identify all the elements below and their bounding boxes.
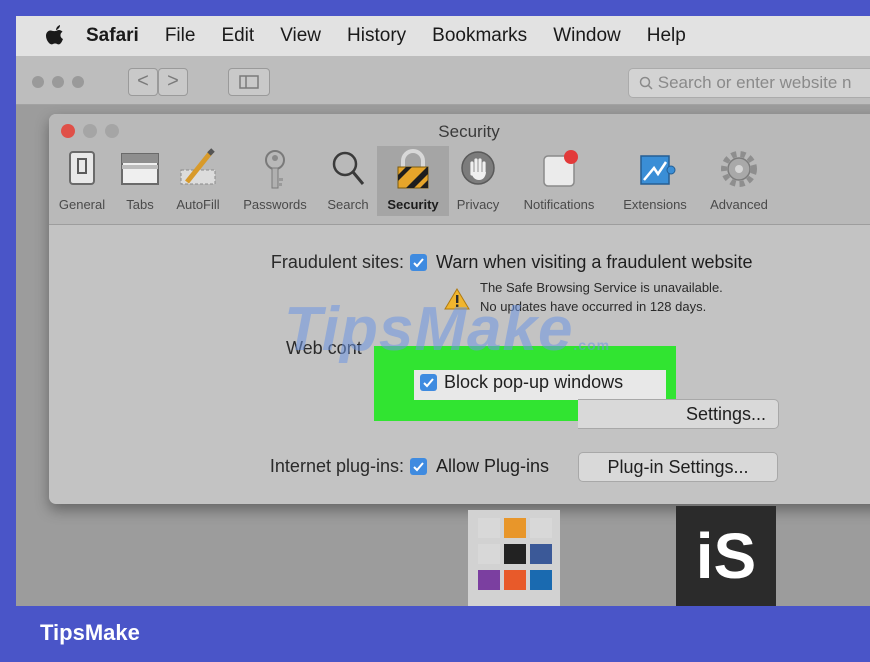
plugins-label: Internet plug-ins: (269, 456, 404, 476)
back-button[interactable]: < (128, 68, 158, 96)
brand-label: TipsMake (40, 620, 140, 645)
checkmark-icon (423, 378, 434, 388)
checkmark-icon (413, 462, 424, 472)
apple-icon[interactable] (44, 24, 66, 48)
tab-privacy[interactable]: Privacy (449, 146, 507, 216)
plugins-checkbox[interactable] (410, 458, 427, 475)
gear-icon (721, 151, 757, 187)
website-settings-button[interactable]: Settings... (578, 399, 779, 429)
watermark-text: TipsMake (284, 295, 574, 364)
tab-notifications-label: Notifications (523, 197, 595, 212)
tab-tabs[interactable]: Tabs (115, 146, 165, 216)
tab-autofill[interactable]: AutoFill (165, 146, 231, 216)
close-button[interactable] (32, 76, 44, 88)
browser-toolbar: < > Search or enter website n (16, 56, 870, 105)
address-bar[interactable]: Search or enter website n (628, 68, 870, 98)
preferences-toolbar: Security General Tabs AutoFill Passwords… (49, 114, 870, 225)
window-title: Security (438, 122, 500, 141)
autofill-icon (180, 148, 216, 185)
site-tile[interactable] (478, 570, 500, 590)
tab-autofill-label: AutoFill (176, 197, 220, 212)
general-icon (69, 151, 95, 185)
menu-safari[interactable]: Safari (86, 25, 139, 47)
sidebar-toggle-button[interactable] (228, 68, 270, 96)
search-icon (639, 76, 653, 90)
site-tile[interactable] (530, 570, 552, 590)
popup-checkbox[interactable] (420, 374, 437, 391)
checkmark-icon (413, 258, 424, 268)
address-placeholder: Search or enter website n (657, 73, 852, 92)
tab-extensions-label: Extensions (623, 197, 687, 212)
menu-history[interactable]: History (347, 25, 406, 47)
tab-search[interactable]: Search (319, 146, 377, 216)
tab-advanced[interactable]: Advanced (699, 146, 779, 216)
site-tile[interactable] (530, 518, 552, 538)
favorites-tiles (468, 510, 560, 606)
tab-advanced-label: Advanced (710, 197, 768, 212)
facebook-icon[interactable] (530, 544, 552, 564)
tab-security[interactable]: Security (377, 146, 449, 216)
key-icon (265, 150, 285, 189)
fraudulent-checkbox[interactable] (410, 254, 427, 271)
site-tile[interactable] (504, 518, 526, 538)
fraudulent-sites-label: Fraudulent sites: (270, 252, 404, 272)
tab-passwords[interactable]: Passwords (231, 146, 319, 216)
forward-button[interactable]: > (158, 68, 188, 96)
site-tile[interactable] (478, 544, 500, 564)
zoom-button[interactable] (72, 76, 84, 88)
site-tile[interactable] (504, 570, 526, 590)
tab-search-label: Search (327, 197, 369, 212)
site-logo: iS (676, 506, 776, 606)
watermark: TipsMake.com (284, 294, 610, 365)
site-tile[interactable] (478, 518, 500, 538)
tab-tabs-label: Tabs (126, 197, 154, 212)
site-tile[interactable] (504, 544, 526, 564)
sidebar-icon (239, 75, 259, 89)
fraudulent-option-label: Warn when visiting a fraudulent website (436, 252, 753, 272)
minimize-button[interactable] (52, 76, 64, 88)
menu-help[interactable]: Help (647, 25, 686, 47)
plugin-settings-button[interactable]: Plug-in Settings... (578, 452, 778, 482)
tab-extensions[interactable]: Extensions (611, 146, 699, 216)
menu-bookmarks[interactable]: Bookmarks (432, 25, 527, 47)
tab-passwords-label: Passwords (243, 197, 307, 212)
notification-icon (543, 150, 578, 187)
tabs-icon (121, 153, 159, 185)
plugins-option-label: Allow Plug-ins (436, 456, 550, 476)
tab-security-label: Security (387, 197, 439, 212)
menu-window[interactable]: Window (553, 25, 621, 47)
tab-notifications[interactable]: Notifications (507, 146, 611, 216)
tab-general-label: General (58, 197, 106, 212)
lock-icon (397, 149, 429, 189)
menu-file[interactable]: File (165, 25, 196, 47)
menu-bar: Safari File Edit View History Bookmarks … (16, 16, 870, 56)
tab-general[interactable]: General (49, 146, 115, 216)
puzzle-icon (640, 155, 676, 185)
screen: Safari File Edit View History Bookmarks … (16, 16, 870, 606)
menu-edit[interactable]: Edit (221, 25, 254, 47)
menu-view[interactable]: View (280, 25, 321, 47)
hand-icon (461, 151, 495, 185)
magnifier-icon (332, 151, 365, 185)
website-settings-label: Settings... (685, 404, 766, 424)
tab-privacy-label: Privacy (456, 197, 500, 212)
popup-option-label: Block pop-up windows (444, 372, 624, 392)
watermark-suffix: .com (573, 337, 611, 353)
